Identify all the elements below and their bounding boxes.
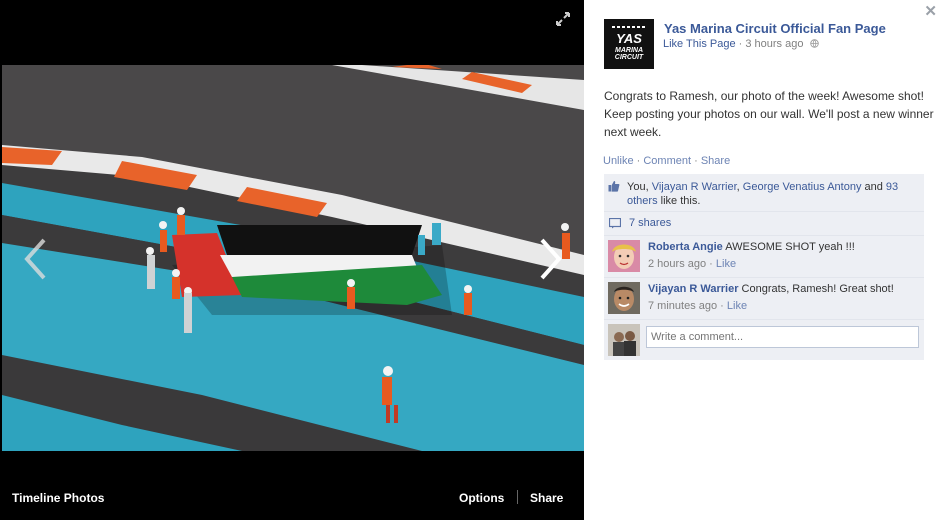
comment-like-link[interactable]: Like <box>716 258 736 270</box>
shares-summary: 7 shares <box>604 212 924 236</box>
comment-item: Roberta Angie AWESOME SHOT yeah !!! 2 ho… <box>604 236 924 278</box>
svg-text:CIRCUIT: CIRCUIT <box>615 54 644 61</box>
post-meta: Like This Page · 3 hours ago <box>663 38 819 50</box>
options-button[interactable]: Options <box>459 491 504 505</box>
comment-author-link[interactable]: Vijayan R Warrier <box>648 283 739 295</box>
share-link[interactable]: Share <box>701 155 730 167</box>
like-page-link[interactable]: Like This Page <box>663 38 736 50</box>
fullscreen-icon[interactable] <box>555 11 571 27</box>
comment-separator: · <box>717 300 727 312</box>
post-actions: Unlike · Comment · Share <box>603 155 730 167</box>
likes-you: You, <box>627 181 652 193</box>
footer-divider <box>517 490 518 504</box>
thumbs-up-icon <box>608 181 620 192</box>
previous-photo-arrow-icon[interactable] <box>20 236 50 282</box>
action-separator: · <box>691 155 701 167</box>
post-message: Congrats to Ramesh, our photo of the wee… <box>604 89 934 139</box>
yas-marina-logo: YAS MARINA CIRCUIT <box>604 19 654 69</box>
comment-composer <box>604 320 924 360</box>
photo-stage: Timeline Photos Options Share <box>0 0 584 520</box>
album-link[interactable]: Timeline Photos <box>12 491 104 505</box>
comment-body: Roberta Angie AWESOME SHOT yeah !!! 2 ho… <box>648 240 918 271</box>
comment-author-link[interactable]: Roberta Angie <box>648 241 723 253</box>
photo-details-panel: ✕ YAS MARINA CIRCUIT Yas Marina Circuit … <box>584 0 945 520</box>
likes-summary: You, Vijayan R Warrier, George Venatius … <box>604 174 924 212</box>
liker-link[interactable]: George Venatius Antony <box>743 181 862 193</box>
comment-meta: 7 minutes ago · Like <box>648 299 918 313</box>
comment-time[interactable]: 2 hours ago <box>648 258 706 270</box>
comment-like-link[interactable]: Like <box>727 300 747 312</box>
comment-text: Congrats, Ramesh! Great shot! <box>738 283 894 295</box>
globe-icon <box>809 39 819 48</box>
comment-meta: 2 hours ago · Like <box>648 257 918 271</box>
unlike-link[interactable]: Unlike <box>603 155 634 167</box>
share-icon <box>609 218 621 229</box>
action-separator: · <box>633 155 644 167</box>
svg-text:YAS: YAS <box>616 31 642 46</box>
comment-time[interactable]: 7 minutes ago <box>648 300 717 312</box>
comment-body: Vijayan R Warrier Congrats, Ramesh! Grea… <box>648 282 918 313</box>
likes-text: You, Vijayan R Warrier, George Venatius … <box>627 180 917 208</box>
comment-input[interactable] <box>646 326 919 348</box>
share-photo-button[interactable]: Share <box>530 491 563 505</box>
meta-separator: · <box>735 38 746 50</box>
close-icon[interactable]: ✕ <box>924 4 937 20</box>
liker-link[interactable]: Vijayan R Warrier <box>652 181 737 193</box>
feedback-box: You, Vijayan R Warrier, George Venatius … <box>604 174 924 360</box>
page-name-link[interactable]: Yas Marina Circuit Official Fan Page <box>664 21 886 36</box>
next-photo-arrow-icon[interactable] <box>536 236 566 282</box>
photo-footer-bar: Timeline Photos Options Share <box>0 478 584 520</box>
comment-separator: · <box>706 258 716 270</box>
commenter-avatar[interactable] <box>608 282 640 314</box>
page-avatar[interactable]: YAS MARINA CIRCUIT <box>604 19 654 69</box>
post-timestamp[interactable]: 3 hours ago <box>745 38 803 50</box>
likes-suffix: like this. <box>657 195 701 207</box>
comment-text: AWESOME SHOT yeah !!! <box>722 241 855 253</box>
likes-and: and <box>861 181 886 193</box>
track-photo-image <box>2 65 584 451</box>
comment-item: Vijayan R Warrier Congrats, Ramesh! Grea… <box>604 278 924 320</box>
shares-count-link[interactable]: 7 shares <box>629 217 671 229</box>
track-photo[interactable] <box>2 65 584 451</box>
viewer-avatar <box>608 324 640 356</box>
comment-link[interactable]: Comment <box>643 155 691 167</box>
svg-text:MARINA: MARINA <box>615 47 643 54</box>
commenter-avatar[interactable] <box>608 240 640 272</box>
